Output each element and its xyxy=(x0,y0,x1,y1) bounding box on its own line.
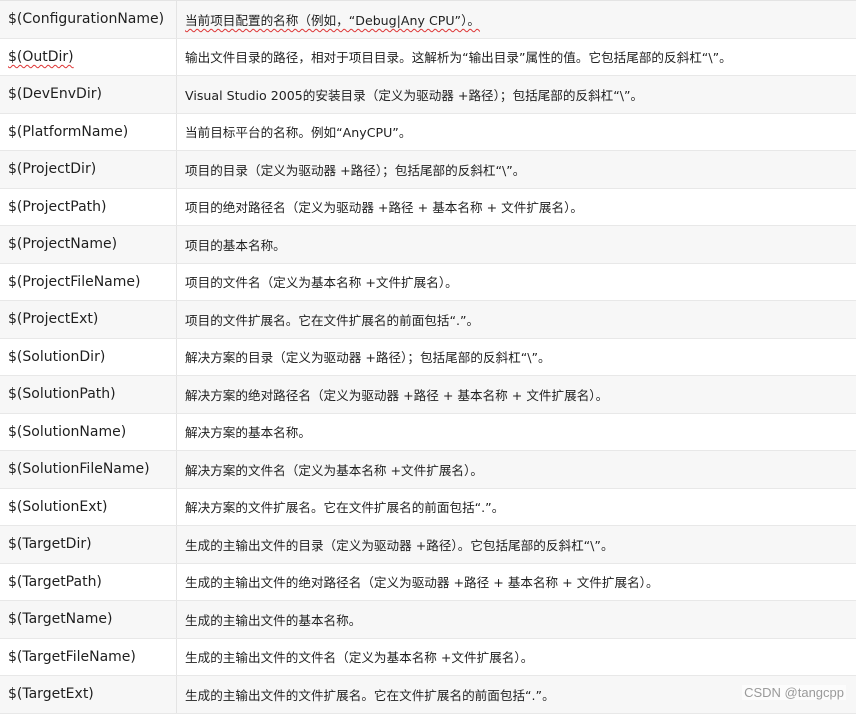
macro-name: $(ProjectName) xyxy=(0,225,177,264)
table-row: $(OutDir) 输出文件目录的路径，相对于项目目录。这解析为“输出目录”属性… xyxy=(0,38,856,76)
macro-name: $(SolutionDir) xyxy=(0,338,177,376)
macro-description: 生成的主输出文件的目录（定义为驱动器 +路径）。它包括尾部的反斜杠“\”。 xyxy=(176,525,856,564)
table-row: $(ProjectName) 项目的基本名称。 xyxy=(0,225,856,264)
macro-description: 当前项目配置的名称（例如，“Debug|Any CPU”）。 xyxy=(176,0,856,39)
table-row: $(DevEnvDir) Visual Studio 2005的安装目录（定义为… xyxy=(0,75,856,114)
macro-name: $(SolutionExt) xyxy=(0,488,177,526)
macro-description: 生成的主输出文件的文件名（定义为基本名称 +文件扩展名）。 xyxy=(176,638,856,676)
macro-description: 项目的文件名（定义为基本名称 +文件扩展名）。 xyxy=(176,263,856,301)
macro-name: $(TargetPath) xyxy=(0,563,177,601)
table-row: $(TargetFileName) 生成的主输出文件的文件名（定义为基本名称 +… xyxy=(0,638,856,676)
table-row: $(TargetPath) 生成的主输出文件的绝对路径名（定义为驱动器 +路径 … xyxy=(0,563,856,601)
table-row: $(TargetDir) 生成的主输出文件的目录（定义为驱动器 +路径）。它包括… xyxy=(0,525,856,564)
macro-description: 项目的目录（定义为驱动器 +路径）；包括尾部的反斜杠“\”。 xyxy=(176,150,856,189)
macro-name: $(SolutionName) xyxy=(0,413,177,451)
macro-description: 项目的绝对路径名（定义为驱动器 +路径 + 基本名称 + 文件扩展名）。 xyxy=(176,188,856,226)
table-row: $(SolutionName) 解决方案的基本名称。 xyxy=(0,413,856,451)
macro-description: 解决方案的绝对路径名（定义为驱动器 +路径 + 基本名称 + 文件扩展名）。 xyxy=(176,375,856,414)
macro-description: 项目的基本名称。 xyxy=(176,225,856,264)
macro-name: $(ProjectPath) xyxy=(0,188,177,226)
watermark: CSDN @tangcpp xyxy=(742,685,846,700)
macro-description: 输出文件目录的路径，相对于项目目录。这解析为“输出目录”属性的值。它包括尾部的反… xyxy=(176,38,856,76)
table-row: $(SolutionDir) 解决方案的目录（定义为驱动器 +路径）；包括尾部的… xyxy=(0,338,856,376)
table-row: $(ProjectExt) 项目的文件扩展名。它在文件扩展名的前面包括“.”。 xyxy=(0,300,856,339)
table-row: $(ProjectPath) 项目的绝对路径名（定义为驱动器 +路径 + 基本名… xyxy=(0,188,856,226)
macro-name: $(SolutionFileName) xyxy=(0,450,177,489)
macro-description: 当前目标平台的名称。例如“AnyCPU”。 xyxy=(176,113,856,151)
macro-description: 生成的主输出文件的绝对路径名（定义为驱动器 +路径 + 基本名称 + 文件扩展名… xyxy=(176,563,856,601)
table-row: $(ConfigurationName) 当前项目配置的名称（例如，“Debug… xyxy=(0,0,856,39)
macro-description: 解决方案的基本名称。 xyxy=(176,413,856,451)
table-row: $(ProjectFileName) 项目的文件名（定义为基本名称 +文件扩展名… xyxy=(0,263,856,301)
macro-description: 解决方案的文件名（定义为基本名称 +文件扩展名）。 xyxy=(176,450,856,489)
macro-description: 生成的主输出文件的基本名称。 xyxy=(176,600,856,639)
macro-description: 解决方案的目录（定义为驱动器 +路径）；包括尾部的反斜杠“\”。 xyxy=(176,338,856,376)
macro-name: $(ProjectExt) xyxy=(0,300,177,339)
table-row: $(TargetName) 生成的主输出文件的基本名称。 xyxy=(0,600,856,639)
macro-name: $(ConfigurationName) xyxy=(0,0,177,39)
macro-description: 项目的文件扩展名。它在文件扩展名的前面包括“.”。 xyxy=(176,300,856,339)
macro-name: $(TargetDir) xyxy=(0,525,177,564)
macro-name: $(ProjectFileName) xyxy=(0,263,177,301)
table-row: $(PlatformName) 当前目标平台的名称。例如“AnyCPU”。 xyxy=(0,113,856,151)
table-row: $(ProjectDir) 项目的目录（定义为驱动器 +路径）；包括尾部的反斜杠… xyxy=(0,150,856,189)
macro-name: $(PlatformName) xyxy=(0,113,177,151)
macro-name: $(OutDir) xyxy=(0,38,177,76)
macro-description: 解决方案的文件扩展名。它在文件扩展名的前面包括“.”。 xyxy=(176,488,856,526)
macro-name: $(TargetExt) xyxy=(0,675,177,714)
table-row: $(TargetExt) 生成的主输出文件的文件扩展名。它在文件扩展名的前面包括… xyxy=(0,675,856,714)
table-row: $(SolutionExt) 解决方案的文件扩展名。它在文件扩展名的前面包括“.… xyxy=(0,488,856,526)
table-row: $(SolutionFileName) 解决方案的文件名（定义为基本名称 +文件… xyxy=(0,450,856,489)
table-row: $(SolutionPath) 解决方案的绝对路径名（定义为驱动器 +路径 + … xyxy=(0,375,856,414)
macro-name: $(TargetFileName) xyxy=(0,638,177,676)
macro-name: $(SolutionPath) xyxy=(0,375,177,414)
macro-table: $(ConfigurationName) 当前项目配置的名称（例如，“Debug… xyxy=(0,0,856,714)
macro-description: Visual Studio 2005的安装目录（定义为驱动器 +路径）；包括尾部… xyxy=(176,75,856,114)
macro-name: $(TargetName) xyxy=(0,600,177,639)
macro-name: $(DevEnvDir) xyxy=(0,75,177,114)
macro-name: $(ProjectDir) xyxy=(0,150,177,189)
